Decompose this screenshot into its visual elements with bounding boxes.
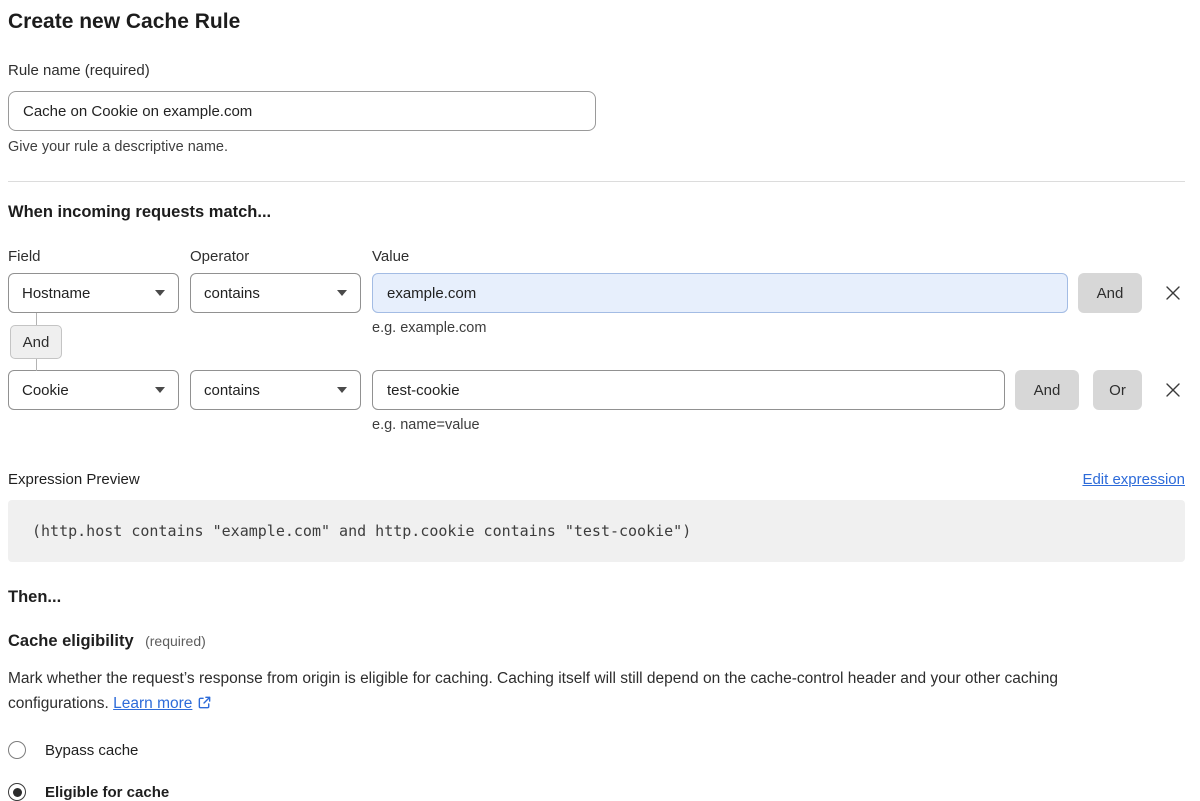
cache-eligibility-description: Mark whether the request’s response from… [8,666,1148,718]
connector-line [36,313,37,325]
and-button[interactable]: And [1078,273,1142,313]
rule-name-label: Rule name (required) [8,62,1185,79]
and-connector-button[interactable]: And [10,325,62,359]
field-select-value: Cookie [22,382,69,399]
or-button[interactable]: Or [1093,370,1142,410]
section-divider [8,181,1185,182]
operator-select-value: contains [204,285,260,302]
operator-select-value: contains [204,382,260,399]
field-select[interactable]: Hostname [8,273,179,313]
field-select-value: Hostname [22,285,90,302]
radio-button[interactable] [8,741,26,759]
operator-select[interactable]: contains [190,370,361,410]
condition-builder: Hostname contains And e.g. example.com C… [8,273,1185,433]
operator-column-label: Operator [190,248,361,265]
chevron-down-icon [155,387,165,393]
value-input[interactable] [372,273,1068,313]
chevron-down-icon [337,387,347,393]
edit-expression-link[interactable]: Edit expression [1082,471,1185,488]
radio-button-selected[interactable] [8,783,26,801]
expression-code: (http.host contains "example.com" and ht… [32,522,691,540]
field-column-label: Field [8,248,179,265]
close-icon[interactable] [1161,378,1185,402]
and-button[interactable]: And [1015,370,1079,410]
expression-preview-label: Expression Preview [8,471,140,488]
column-labels: Field Operator Value [8,248,1185,265]
required-note: (required) [145,633,206,649]
then-heading: Then... [8,588,1185,607]
page-title: Create new Cache Rule [8,10,1185,34]
cache-eligibility-heading-row: Cache eligibility (required) [8,632,1185,651]
expression-header: Expression Preview Edit expression [8,471,1185,488]
value-hint: e.g. example.com [372,320,1185,336]
radio-option-eligible-for-cache[interactable]: Eligible for cache [8,783,1185,801]
radio-option-bypass-cache[interactable]: Bypass cache [8,741,1185,759]
rule-name-input[interactable] [8,91,596,131]
learn-more-link[interactable]: Learn more [113,695,192,712]
radio-label: Bypass cache [45,742,138,759]
field-select[interactable]: Cookie [8,370,179,410]
radio-label: Eligible for cache [45,784,169,801]
rule-name-helper: Give your rule a descriptive name. [8,139,1185,155]
condition-row-1: Hostname contains And [8,273,1185,313]
close-icon[interactable] [1161,281,1185,305]
chevron-down-icon [337,290,347,296]
value-hint: e.g. name=value [372,417,1185,433]
external-link-icon [197,693,212,718]
chevron-down-icon [155,290,165,296]
condition-row-2: Cookie contains And Or [8,370,1185,410]
value-column-label: Value [372,248,409,265]
operator-select[interactable]: contains [190,273,361,313]
value-input[interactable] [372,370,1005,410]
connector-line [36,359,37,371]
expression-code-box: (http.host contains "example.com" and ht… [8,500,1185,562]
match-heading: When incoming requests match... [8,203,1185,222]
radio-dot [13,788,22,797]
cache-eligibility-heading: Cache eligibility [8,632,134,650]
